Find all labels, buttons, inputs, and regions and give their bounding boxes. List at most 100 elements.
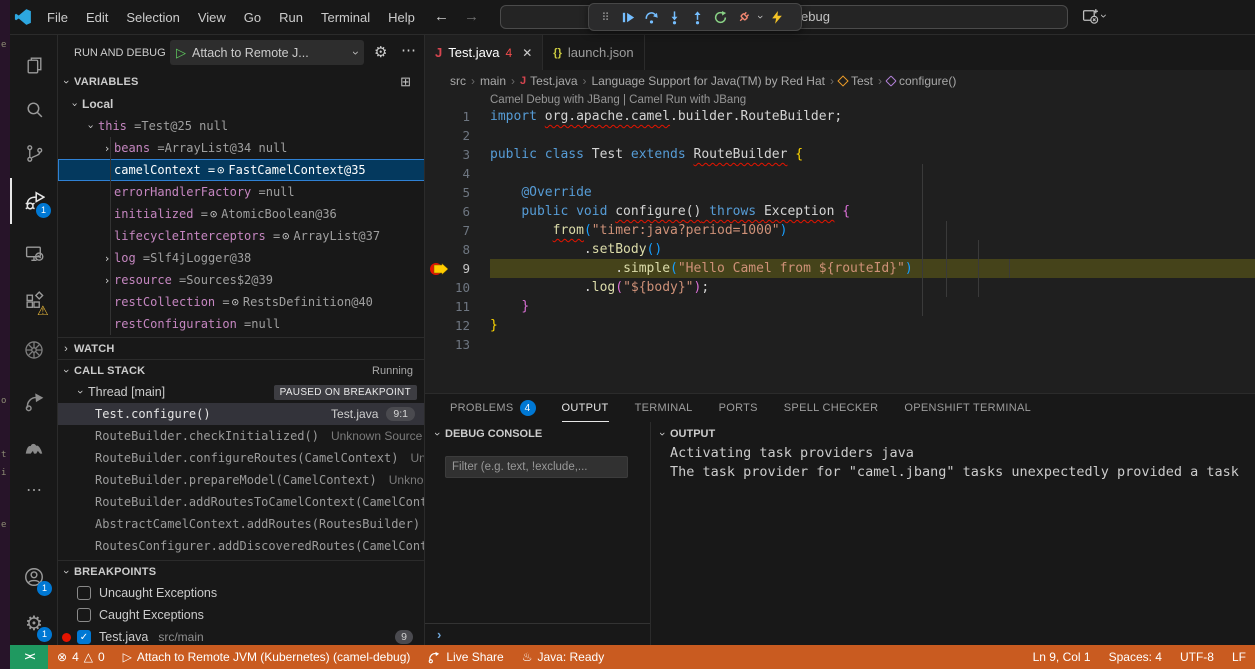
menu-file[interactable]: File <box>38 6 77 30</box>
step-out-icon[interactable] <box>689 9 705 25</box>
panel-tab-openshift-terminal[interactable]: OPENSHIFT TERMINAL <box>904 394 1031 422</box>
stack-frame[interactable]: AbstractCamelContext.addRoutes(RoutesBui… <box>58 513 425 535</box>
checkbox[interactable] <box>77 608 91 622</box>
repl-prompt-icon[interactable]: › <box>437 627 441 642</box>
eye-icon[interactable]: ⊙ <box>282 229 289 243</box>
step-over-icon[interactable] <box>643 9 659 25</box>
breadcrumb-item[interactable]: main <box>480 74 506 88</box>
variable-row-Local[interactable]: ›Local <box>58 93 425 115</box>
stack-frame[interactable]: RouteBuilder.addRoutesToCamelContext(Cam… <box>58 491 425 513</box>
breadcrumb-item[interactable]: Test <box>839 74 873 88</box>
variable-row-log[interactable]: ›log = Slf4jLogger@38 <box>58 247 425 269</box>
debug-console-filter-input[interactable] <box>445 456 628 478</box>
continue-icon[interactable] <box>620 9 636 25</box>
source-control-icon[interactable] <box>10 131 58 175</box>
camel-icon[interactable] <box>10 425 58 469</box>
breakpoint-paused-icon[interactable] <box>429 261 449 276</box>
chevron-right-icon[interactable]: › <box>100 252 114 265</box>
line-number[interactable]: 10 <box>425 278 470 297</box>
pane-divider[interactable] <box>650 422 651 646</box>
breadcrumb-item[interactable]: configure() <box>887 74 956 88</box>
variable-row-beans[interactable]: ›beans = ArrayList@34 null <box>58 137 425 159</box>
accounts-icon[interactable]: 1 <box>10 555 58 599</box>
stack-frame[interactable]: RouteBuilder.prepareModel(CamelContext)U… <box>58 469 425 491</box>
status-item-spaces[interactable]: Spaces: 4 <box>1100 645 1171 669</box>
line-number[interactable]: 1 <box>425 107 470 126</box>
start-debug-icon[interactable]: ▷ <box>176 45 186 61</box>
live-share-status[interactable]: Live Share <box>419 645 512 669</box>
layout-controls[interactable]: › <box>1082 7 1106 24</box>
eye-icon[interactable]: ⊙ <box>232 295 239 309</box>
restart-icon[interactable] <box>712 9 728 25</box>
debug-config-dropdown[interactable]: ▷ Attach to Remote J... › <box>170 40 364 65</box>
call-stack-section-header[interactable]: › CALL STACK Running <box>58 359 425 381</box>
close-icon[interactable]: ✕ <box>522 46 532 60</box>
line-number[interactable]: 6 <box>425 202 470 221</box>
breakpoint-row[interactable]: Caught Exceptions <box>58 604 425 626</box>
menu-run[interactable]: Run <box>270 6 312 30</box>
drag-handle-icon[interactable]: ⠿ <box>597 9 613 25</box>
variables-section-header[interactable]: › VARIABLES ⊞ <box>58 71 425 93</box>
breakpoints-section-header[interactable]: › BREAKPOINTS <box>58 560 425 582</box>
line-number[interactable]: 12 <box>425 316 470 335</box>
views-more-actions-icon[interactable]: ⋯ <box>401 41 416 59</box>
chevron-down-icon[interactable]: › <box>85 119 98 133</box>
panel-tab-problems[interactable]: PROBLEMS4 <box>450 394 536 422</box>
breakpoint-row[interactable]: Uncaught Exceptions <box>58 582 425 604</box>
eye-icon[interactable]: ⊙ <box>217 163 224 177</box>
menu-go[interactable]: Go <box>235 6 270 30</box>
live-share-activity-icon[interactable] <box>10 380 58 424</box>
breadcrumb-item[interactable]: Language Support for Java(TM) by Red Hat <box>592 74 825 88</box>
panel-tab-ports[interactable]: PORTS <box>719 394 758 422</box>
checkbox[interactable]: ✓ <box>77 630 91 644</box>
variable-row-restConfiguration[interactable]: restConfiguration = null <box>58 313 425 335</box>
chevron-down-icon[interactable]: › <box>69 97 82 111</box>
status-item-lf[interactable]: LF <box>1223 645 1255 669</box>
panel-tab-output[interactable]: OUTPUT <box>562 394 609 422</box>
line-number[interactable]: 11 <box>425 297 470 316</box>
remote-explorer-icon[interactable] <box>10 231 58 275</box>
settings-gear-icon[interactable]: ⚙ 1 <box>10 601 58 645</box>
thread-row[interactable]: › Thread [main] PAUSED ON BREAKPOINT <box>58 381 425 403</box>
variable-row-restCollection[interactable]: restCollection = ⊙RestsDefinition@40 <box>58 291 425 313</box>
variable-row-this[interactable]: ›this = Test@25 null <box>58 115 425 137</box>
menu-edit[interactable]: Edit <box>77 6 117 30</box>
debug-settings-gear-icon[interactable]: ⚙ <box>374 43 387 61</box>
output-pane-header[interactable]: › OUTPUT <box>654 422 715 446</box>
collapse-all-icon[interactable]: ⊞ <box>400 74 411 90</box>
step-into-icon[interactable] <box>666 9 682 25</box>
chevron-right-icon[interactable]: › <box>100 142 114 155</box>
kubernetes-icon[interactable] <box>10 328 58 372</box>
breakpoint-row[interactable]: ✓Test.javasrc/main9 <box>58 626 425 645</box>
line-number[interactable]: 4 <box>425 164 470 183</box>
explorer-icon[interactable] <box>10 43 58 87</box>
variable-row-initialized[interactable]: initialized = ⊙AtomicBoolean@36 <box>58 203 425 225</box>
stack-frame[interactable]: RouteBuilder.checkInitialized()Unknown S… <box>58 425 425 447</box>
status-item-ln[interactable]: Ln 9, Col 1 <box>1024 645 1100 669</box>
debug-session-status[interactable]: ▷ Attach to Remote JVM (Kubernetes) (cam… <box>114 645 420 669</box>
line-number[interactable]: 5 <box>425 183 470 202</box>
status-item-utf-8[interactable]: UTF-8 <box>1171 645 1223 669</box>
panel-tab-spell-checker[interactable]: SPELL CHECKER <box>784 394 879 422</box>
variable-row-errorHandlerFactory[interactable]: errorHandlerFactory = null <box>58 181 425 203</box>
stack-frame[interactable]: Test.configure()Test.java9:1 <box>58 403 425 425</box>
hot-code-replace-icon[interactable] <box>769 9 785 25</box>
menu-selection[interactable]: Selection <box>117 6 188 30</box>
line-number[interactable]: 13 <box>425 335 470 354</box>
menu-help[interactable]: Help <box>379 6 424 30</box>
remote-indicator[interactable]: >< <box>10 645 48 669</box>
eye-icon[interactable]: ⊙ <box>210 207 217 221</box>
chevron-right-icon[interactable]: › <box>100 274 114 287</box>
checkbox[interactable] <box>77 586 91 600</box>
line-number[interactable]: 2 <box>425 126 470 145</box>
run-and-debug-icon[interactable]: 1 <box>10 179 58 223</box>
tab-Test.java[interactable]: JTest.java4✕ <box>425 35 543 70</box>
problems-status[interactable]: ⊗ 4 △ 0 <box>48 645 114 669</box>
breadcrumb-item[interactable]: JTest.java <box>520 74 577 88</box>
variable-row-camelContext[interactable]: camelContext = ⊙FastCamelContext@35 <box>58 159 425 181</box>
disconnect-icon[interactable] <box>735 9 751 25</box>
variable-row-lifecycleInterceptors[interactable]: lifecycleInterceptors = ⊙ArrayList@37 <box>58 225 425 247</box>
line-number[interactable]: 7 <box>425 221 470 240</box>
watch-section-header[interactable]: › WATCH <box>58 337 425 359</box>
disconnect-dropdown-icon[interactable]: › <box>754 15 766 19</box>
